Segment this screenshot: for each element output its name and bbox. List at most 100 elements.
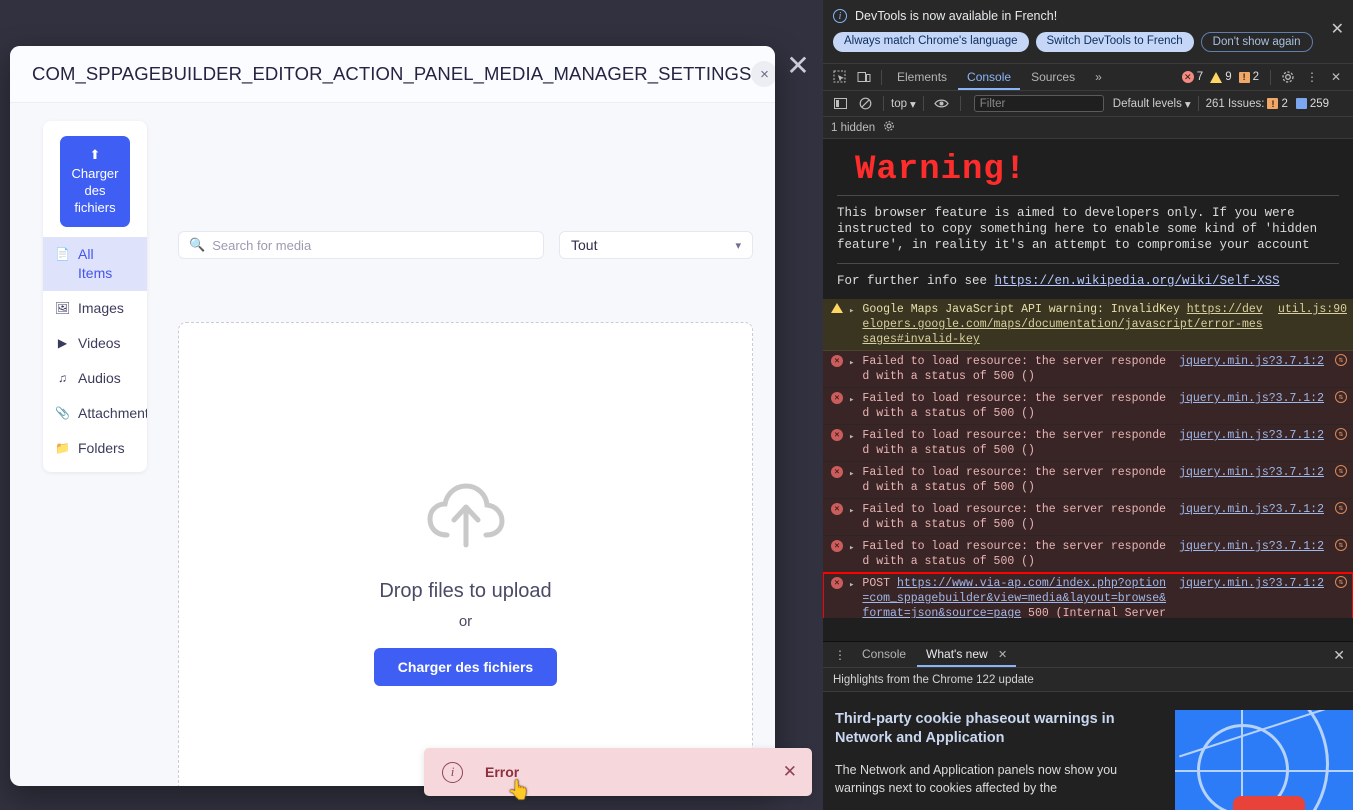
network-request-icon[interactable]: ⇅ xyxy=(1335,354,1347,366)
console-log-source[interactable]: jquery.min.js?3.7.1:2 xyxy=(1179,428,1324,443)
console-log-source[interactable]: jquery.min.js?3.7.1:2 xyxy=(1179,354,1324,369)
hidden-messages-label[interactable]: 1 hidden xyxy=(831,122,875,134)
drawer-close-icon[interactable]: ✕ xyxy=(1333,647,1345,664)
expand-arrow-icon[interactable]: ▸ xyxy=(849,430,854,445)
console-log-source[interactable]: jquery.min.js?3.7.1:2 xyxy=(1179,502,1324,517)
search-box[interactable]: 🔍 xyxy=(178,231,544,259)
whats-new-article-title[interactable]: Third-party cookie phaseout warnings in … xyxy=(835,710,1165,748)
device-toolbar-icon[interactable] xyxy=(853,66,875,88)
toolbar-issue-count[interactable]: ! 2 xyxy=(1267,98,1288,110)
expand-arrow-icon[interactable]: ▸ xyxy=(849,467,854,482)
media-type-filter-select[interactable]: Tout ▾ xyxy=(559,231,753,259)
console-log-row[interactable]: ✕ ▸ Failed to load resource: the server … xyxy=(823,499,1353,536)
warning-count[interactable]: 9 xyxy=(1210,71,1232,83)
console-log-source[interactable]: jquery.min.js?3.7.1:2 xyxy=(1179,539,1324,554)
sidebar-item-folders[interactable]: 📁 Folders xyxy=(43,431,147,466)
network-request-icon[interactable]: ⇅ xyxy=(1335,391,1347,403)
sidebar-item-videos[interactable]: ▶ Videos xyxy=(43,326,147,361)
console-log-source[interactable]: jquery.min.js?3.7.1:2 xyxy=(1179,391,1324,406)
toast-close-icon[interactable]: ✕ xyxy=(783,762,797,782)
media-manager-modal: COM_SPPAGEBUILDER_EDITOR_ACTION_PANEL_ME… xyxy=(10,46,775,786)
error-count[interactable]: ✕ 7 xyxy=(1181,71,1203,83)
divider xyxy=(837,263,1339,264)
expand-arrow-icon[interactable]: ▸ xyxy=(849,541,854,556)
network-request-icon[interactable]: ⇅ xyxy=(1335,539,1347,551)
kebab-icon[interactable]: ⋮ xyxy=(829,644,851,666)
drawer-tab-close-icon[interactable]: ✕ xyxy=(998,649,1007,661)
network-request-icon[interactable]: ⇅ xyxy=(1335,428,1347,440)
sidebar-item-label: Audios xyxy=(78,370,121,386)
expand-arrow-icon[interactable]: ▸ xyxy=(849,393,854,408)
tab-console[interactable]: Console xyxy=(958,64,1021,90)
console-log-row[interactable]: ✕ ▸ Failed to load resource: the server … xyxy=(823,425,1353,462)
file-dropzone[interactable]: Drop files to upload or Charger des fich… xyxy=(178,322,753,786)
sidebar-item-all-items[interactable]: 📄 All Items xyxy=(43,237,147,291)
sidebar-item-label: Videos xyxy=(78,335,121,351)
log-method: POST xyxy=(862,577,897,590)
sidebar-item-attachments[interactable]: 📎 Attachments xyxy=(43,396,147,431)
console-log-row[interactable]: ✕ ▸ Failed to load resource: the server … xyxy=(823,351,1353,388)
banner-close-icon[interactable]: ✕ xyxy=(1331,22,1344,38)
always-match-language-button[interactable]: Always match Chrome's language xyxy=(833,32,1029,52)
console-filter-input[interactable] xyxy=(973,95,1104,112)
console-log-row[interactable]: ✕ ▸ Failed to load resource: the server … xyxy=(823,462,1353,499)
kebab-icon[interactable]: ⋮ xyxy=(1301,66,1323,88)
outer-close-icon[interactable]: ✕ xyxy=(782,50,814,82)
divider xyxy=(837,195,1339,196)
inspect-icon[interactable] xyxy=(829,66,851,88)
error-icon: ✕ xyxy=(831,466,843,478)
expand-arrow-icon[interactable]: ▸ xyxy=(849,356,854,371)
console-log-row[interactable]: ✕ ▸ Failed to load resource: the server … xyxy=(823,388,1353,425)
chevron-down-icon[interactable]: ▾ xyxy=(910,97,916,111)
dropzone-title: Drop files to upload xyxy=(379,579,552,602)
expand-arrow-icon[interactable]: ▸ xyxy=(849,304,854,319)
chevron-down-icon[interactable]: ▾ xyxy=(1185,97,1191,111)
log-text: Google Maps JavaScript API warning: Inva… xyxy=(862,303,1187,316)
sidebar-item-audios[interactable]: ♫ Audios xyxy=(43,361,147,396)
expand-arrow-icon[interactable]: ▸ xyxy=(849,504,854,519)
whats-new-body: Third-party cookie phaseout warnings in … xyxy=(823,692,1353,810)
console-log-row-highlighted[interactable]: ✕ ▸ POST https://www.via-ap.com/index.ph… xyxy=(823,572,1353,618)
more-tabs-icon[interactable]: » xyxy=(1086,64,1111,90)
issue-count-value: 2 xyxy=(1252,71,1259,83)
console-log-source[interactable]: jquery.min.js?3.7.1:2 xyxy=(1179,576,1324,591)
log-levels-selector[interactable]: Default levels xyxy=(1113,98,1182,110)
drawer-tab-whats-new[interactable]: What's new ✕ xyxy=(917,642,1017,667)
drawer-tab-console[interactable]: Console xyxy=(853,642,915,667)
sidebar-item-images[interactable]: 🖼 Images xyxy=(43,291,147,326)
self-xss-link[interactable]: https://en.wikipedia.org/wiki/Self-XSS xyxy=(995,274,1280,288)
console-log-source[interactable]: jquery.min.js?3.7.1:2 xyxy=(1179,465,1324,480)
dropzone-upload-button[interactable]: Charger des fichiers xyxy=(373,647,558,686)
execution-context-selector[interactable]: top xyxy=(891,98,907,110)
chevron-down-icon: ▾ xyxy=(735,239,741,252)
issue-count[interactable]: ! 2 xyxy=(1238,71,1259,83)
console-sidebar-icon[interactable] xyxy=(829,93,851,115)
paperclip-icon: 📎 xyxy=(55,406,70,420)
dont-show-again-button[interactable]: Don't show again xyxy=(1200,32,1313,52)
issues-label[interactable]: 261 Issues: xyxy=(1206,98,1265,110)
network-request-icon[interactable]: ⇅ xyxy=(1335,502,1347,514)
network-request-icon[interactable]: ⇅ xyxy=(1335,465,1347,477)
console-log-row[interactable]: ✕ ▸ Failed to load resource: the server … xyxy=(823,536,1353,573)
console-messages-area[interactable]: Warning! This browser feature is aimed t… xyxy=(823,139,1353,618)
close-icon[interactable]: ✕ xyxy=(1325,66,1347,88)
tab-sources[interactable]: Sources xyxy=(1022,64,1084,90)
warning-icon xyxy=(1210,71,1223,83)
console-log-row[interactable]: ▸ Google Maps JavaScript API warning: In… xyxy=(823,299,1353,351)
upload-files-button[interactable]: ⬆ Charger des fichiers xyxy=(60,136,130,227)
clear-console-icon[interactable] xyxy=(854,93,876,115)
gear-icon[interactable] xyxy=(883,120,895,135)
expand-arrow-icon[interactable]: ▸ xyxy=(849,578,854,593)
network-request-icon[interactable]: ⇅ xyxy=(1335,576,1347,588)
search-input[interactable] xyxy=(212,237,533,253)
tab-elements[interactable]: Elements xyxy=(888,64,956,90)
live-expression-icon[interactable] xyxy=(931,93,953,115)
console-log-source[interactable]: util.js:90 xyxy=(1278,302,1347,317)
toolbar-message-count[interactable]: 259 xyxy=(1295,98,1329,110)
gear-icon[interactable] xyxy=(1277,66,1299,88)
whats-new-article-body: The Network and Application panels now s… xyxy=(835,763,1118,795)
close-icon[interactable]: × xyxy=(751,61,775,87)
divider xyxy=(959,96,961,111)
switch-to-french-button[interactable]: Switch DevTools to French xyxy=(1035,32,1194,52)
modal-header: COM_SPPAGEBUILDER_EDITOR_ACTION_PANEL_ME… xyxy=(10,46,775,103)
